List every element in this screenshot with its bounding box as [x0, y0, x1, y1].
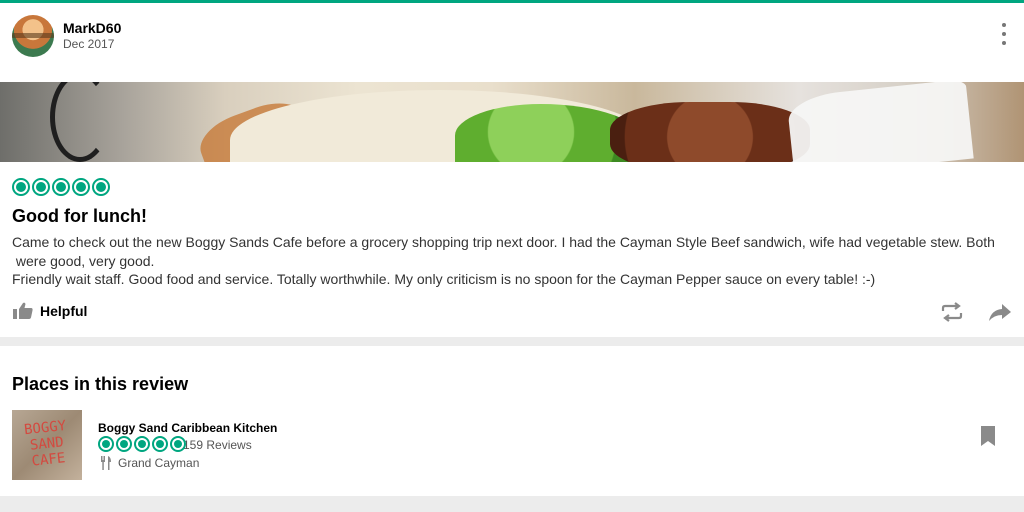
bubble-rating-icon — [134, 436, 150, 452]
bubble-rating-icon — [32, 178, 50, 196]
bubble-rating-icon — [98, 436, 114, 452]
review-photo[interactable] — [0, 82, 1024, 162]
more-options-icon[interactable] — [1000, 23, 1008, 45]
bubble-rating-icon — [170, 436, 186, 452]
user-meta: MarkD60 Dec 2017 — [63, 20, 121, 52]
username[interactable]: MarkD60 — [63, 20, 121, 37]
place-location: Grand Cayman — [100, 456, 199, 470]
review-header: MarkD60 Dec 2017 — [12, 15, 121, 57]
place-review-count[interactable]: 159 Reviews — [183, 438, 252, 452]
bubble-rating-icon — [72, 178, 90, 196]
thumbs-up-icon — [13, 302, 33, 319]
places-heading: Places in this review — [12, 374, 189, 394]
helpful-label: Helpful — [40, 303, 88, 319]
bubble-rating-icon — [116, 436, 132, 452]
bubble-rating-icon — [12, 178, 30, 196]
restaurant-fork-icon — [101, 456, 111, 470]
place-rating-bubbles — [98, 436, 186, 452]
review-rating-bubbles — [12, 178, 110, 196]
place-thumbnail-sign: BOGGY SAND CAFE — [23, 417, 67, 470]
review-title: Good for lunch! — [12, 206, 147, 226]
helpful-button[interactable]: Helpful — [12, 302, 87, 320]
avatar[interactable] — [12, 15, 54, 57]
place-name[interactable]: Boggy Sand Caribbean Kitchen — [98, 421, 277, 435]
repost-icon[interactable] — [940, 300, 964, 324]
bubble-rating-icon — [152, 436, 168, 452]
bubble-rating-icon — [92, 178, 110, 196]
bookmark-icon[interactable] — [980, 426, 996, 446]
share-icon[interactable] — [988, 300, 1012, 324]
review-date: Dec 2017 — [63, 37, 115, 51]
place-location-label: Grand Cayman — [118, 456, 200, 470]
places-card: Places in this review BOGGY SAND CAFE Bo… — [0, 346, 1024, 496]
place-thumbnail[interactable]: BOGGY SAND CAFE — [12, 410, 82, 480]
review-body: Came to check out the new Boggy Sands Ca… — [12, 234, 995, 287]
bubble-rating-icon — [52, 178, 70, 196]
